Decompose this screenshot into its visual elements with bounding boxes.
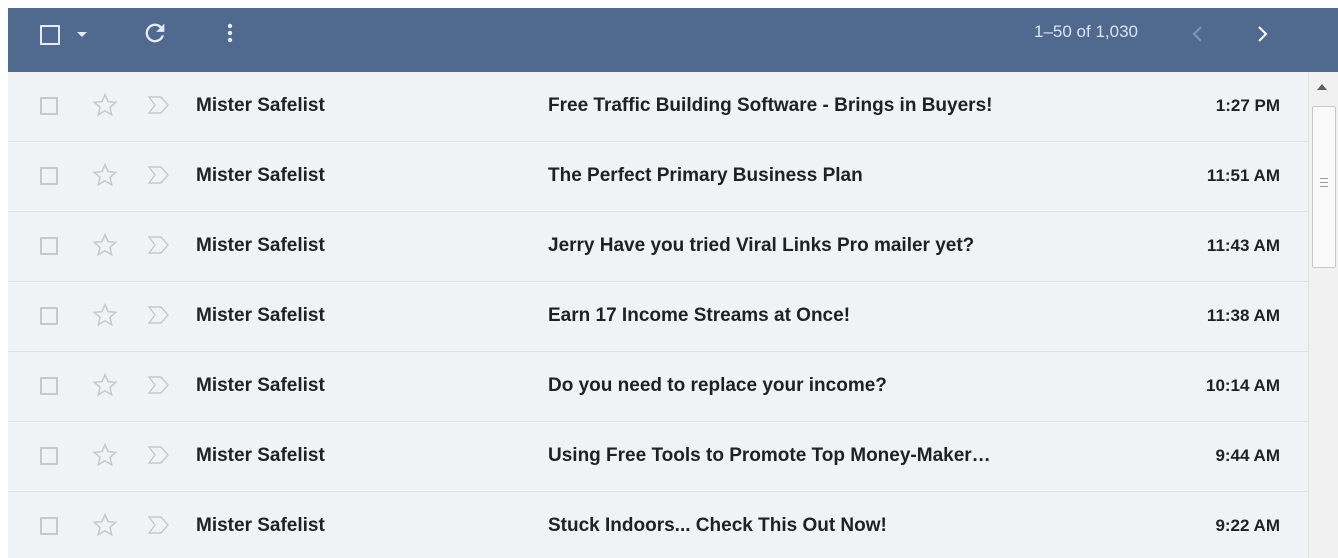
sender-name: Mister Safelist: [196, 165, 325, 186]
inbox-frame: 1–50 of 1,030 Mister Safelist Free Traff…: [0, 0, 1338, 558]
importance-marker-icon[interactable]: [146, 234, 172, 256]
sender-name: Mister Safelist: [196, 305, 325, 326]
star-icon[interactable]: [92, 442, 118, 468]
email-row[interactable]: Mister Safelist Do you need to replace y…: [8, 352, 1308, 422]
row-checkbox[interactable]: [40, 97, 58, 115]
email-subject: Do you need to replace your income?: [548, 375, 887, 396]
grip-icon: [1320, 178, 1328, 187]
star-icon[interactable]: [92, 512, 118, 538]
email-time: 10:14 AM: [1205, 376, 1280, 395]
chevron-left-icon[interactable]: [1188, 22, 1208, 46]
sender-name: Mister Safelist: [196, 375, 325, 396]
star-icon[interactable]: [92, 92, 118, 118]
email-row[interactable]: Mister Safelist Free Traffic Building So…: [8, 72, 1308, 142]
email-row[interactable]: Mister Safelist Using Free Tools to Prom…: [8, 422, 1308, 492]
email-list: Mister Safelist Free Traffic Building So…: [8, 72, 1308, 558]
scrollbar-thumb[interactable]: [1312, 106, 1336, 268]
importance-marker-icon[interactable]: [146, 94, 172, 116]
row-checkbox[interactable]: [40, 517, 58, 535]
email-row[interactable]: Mister Safelist The Perfect Primary Busi…: [8, 142, 1308, 212]
email-subject: Jerry Have you tried Viral Links Pro mai…: [548, 235, 975, 256]
email-subject: Stuck Indoors... Check This Out Now!: [548, 515, 887, 536]
sender-name: Mister Safelist: [196, 95, 325, 116]
star-icon[interactable]: [92, 162, 118, 188]
row-checkbox[interactable]: [40, 447, 58, 465]
email-subject: Earn 17 Income Streams at Once!: [548, 305, 851, 326]
inbox-toolbar: 1–50 of 1,030: [8, 8, 1338, 72]
email-row[interactable]: Mister Safelist Earn 17 Income Streams a…: [8, 282, 1308, 352]
star-icon[interactable]: [92, 302, 118, 328]
email-time: 11:51 AM: [1206, 166, 1280, 185]
more-options-icon[interactable]: [220, 19, 240, 47]
chevron-right-icon[interactable]: [1252, 22, 1272, 46]
email-subject: Free Traffic Building Software - Brings …: [548, 95, 993, 116]
row-checkbox[interactable]: [40, 237, 58, 255]
importance-marker-icon[interactable]: [146, 374, 172, 396]
importance-marker-icon[interactable]: [146, 304, 172, 326]
select-all-checkbox[interactable]: [40, 25, 60, 45]
star-icon[interactable]: [92, 372, 118, 398]
email-time: 9:22 AM: [1215, 516, 1280, 535]
email-time: 11:38 AM: [1206, 306, 1280, 325]
vertical-scrollbar[interactable]: [1308, 72, 1338, 558]
select-dropdown-caret-icon[interactable]: [77, 32, 87, 37]
importance-marker-icon[interactable]: [146, 444, 172, 466]
scroll-up-arrow-icon[interactable]: [1317, 84, 1327, 90]
importance-marker-icon[interactable]: [146, 514, 172, 536]
email-subject: The Perfect Primary Business Plan: [548, 165, 863, 186]
email-row[interactable]: Mister Safelist Stuck Indoors... Check T…: [8, 492, 1308, 558]
star-icon[interactable]: [92, 232, 118, 258]
row-checkbox[interactable]: [40, 167, 58, 185]
importance-marker-icon[interactable]: [146, 164, 172, 186]
pagination-count: 1–50 of 1,030: [1034, 22, 1138, 41]
sender-name: Mister Safelist: [196, 515, 325, 536]
email-time: 1:27 PM: [1215, 96, 1280, 115]
refresh-icon[interactable]: [141, 19, 169, 47]
row-checkbox[interactable]: [40, 307, 58, 325]
sender-name: Mister Safelist: [196, 445, 325, 466]
row-checkbox[interactable]: [40, 377, 58, 395]
email-time: 9:44 AM: [1215, 446, 1280, 465]
email-subject: Using Free Tools to Promote Top Money-Ma…: [548, 445, 991, 466]
email-time: 11:43 AM: [1206, 236, 1280, 255]
email-row[interactable]: Mister Safelist Jerry Have you tried Vir…: [8, 212, 1308, 282]
sender-name: Mister Safelist: [196, 235, 325, 256]
